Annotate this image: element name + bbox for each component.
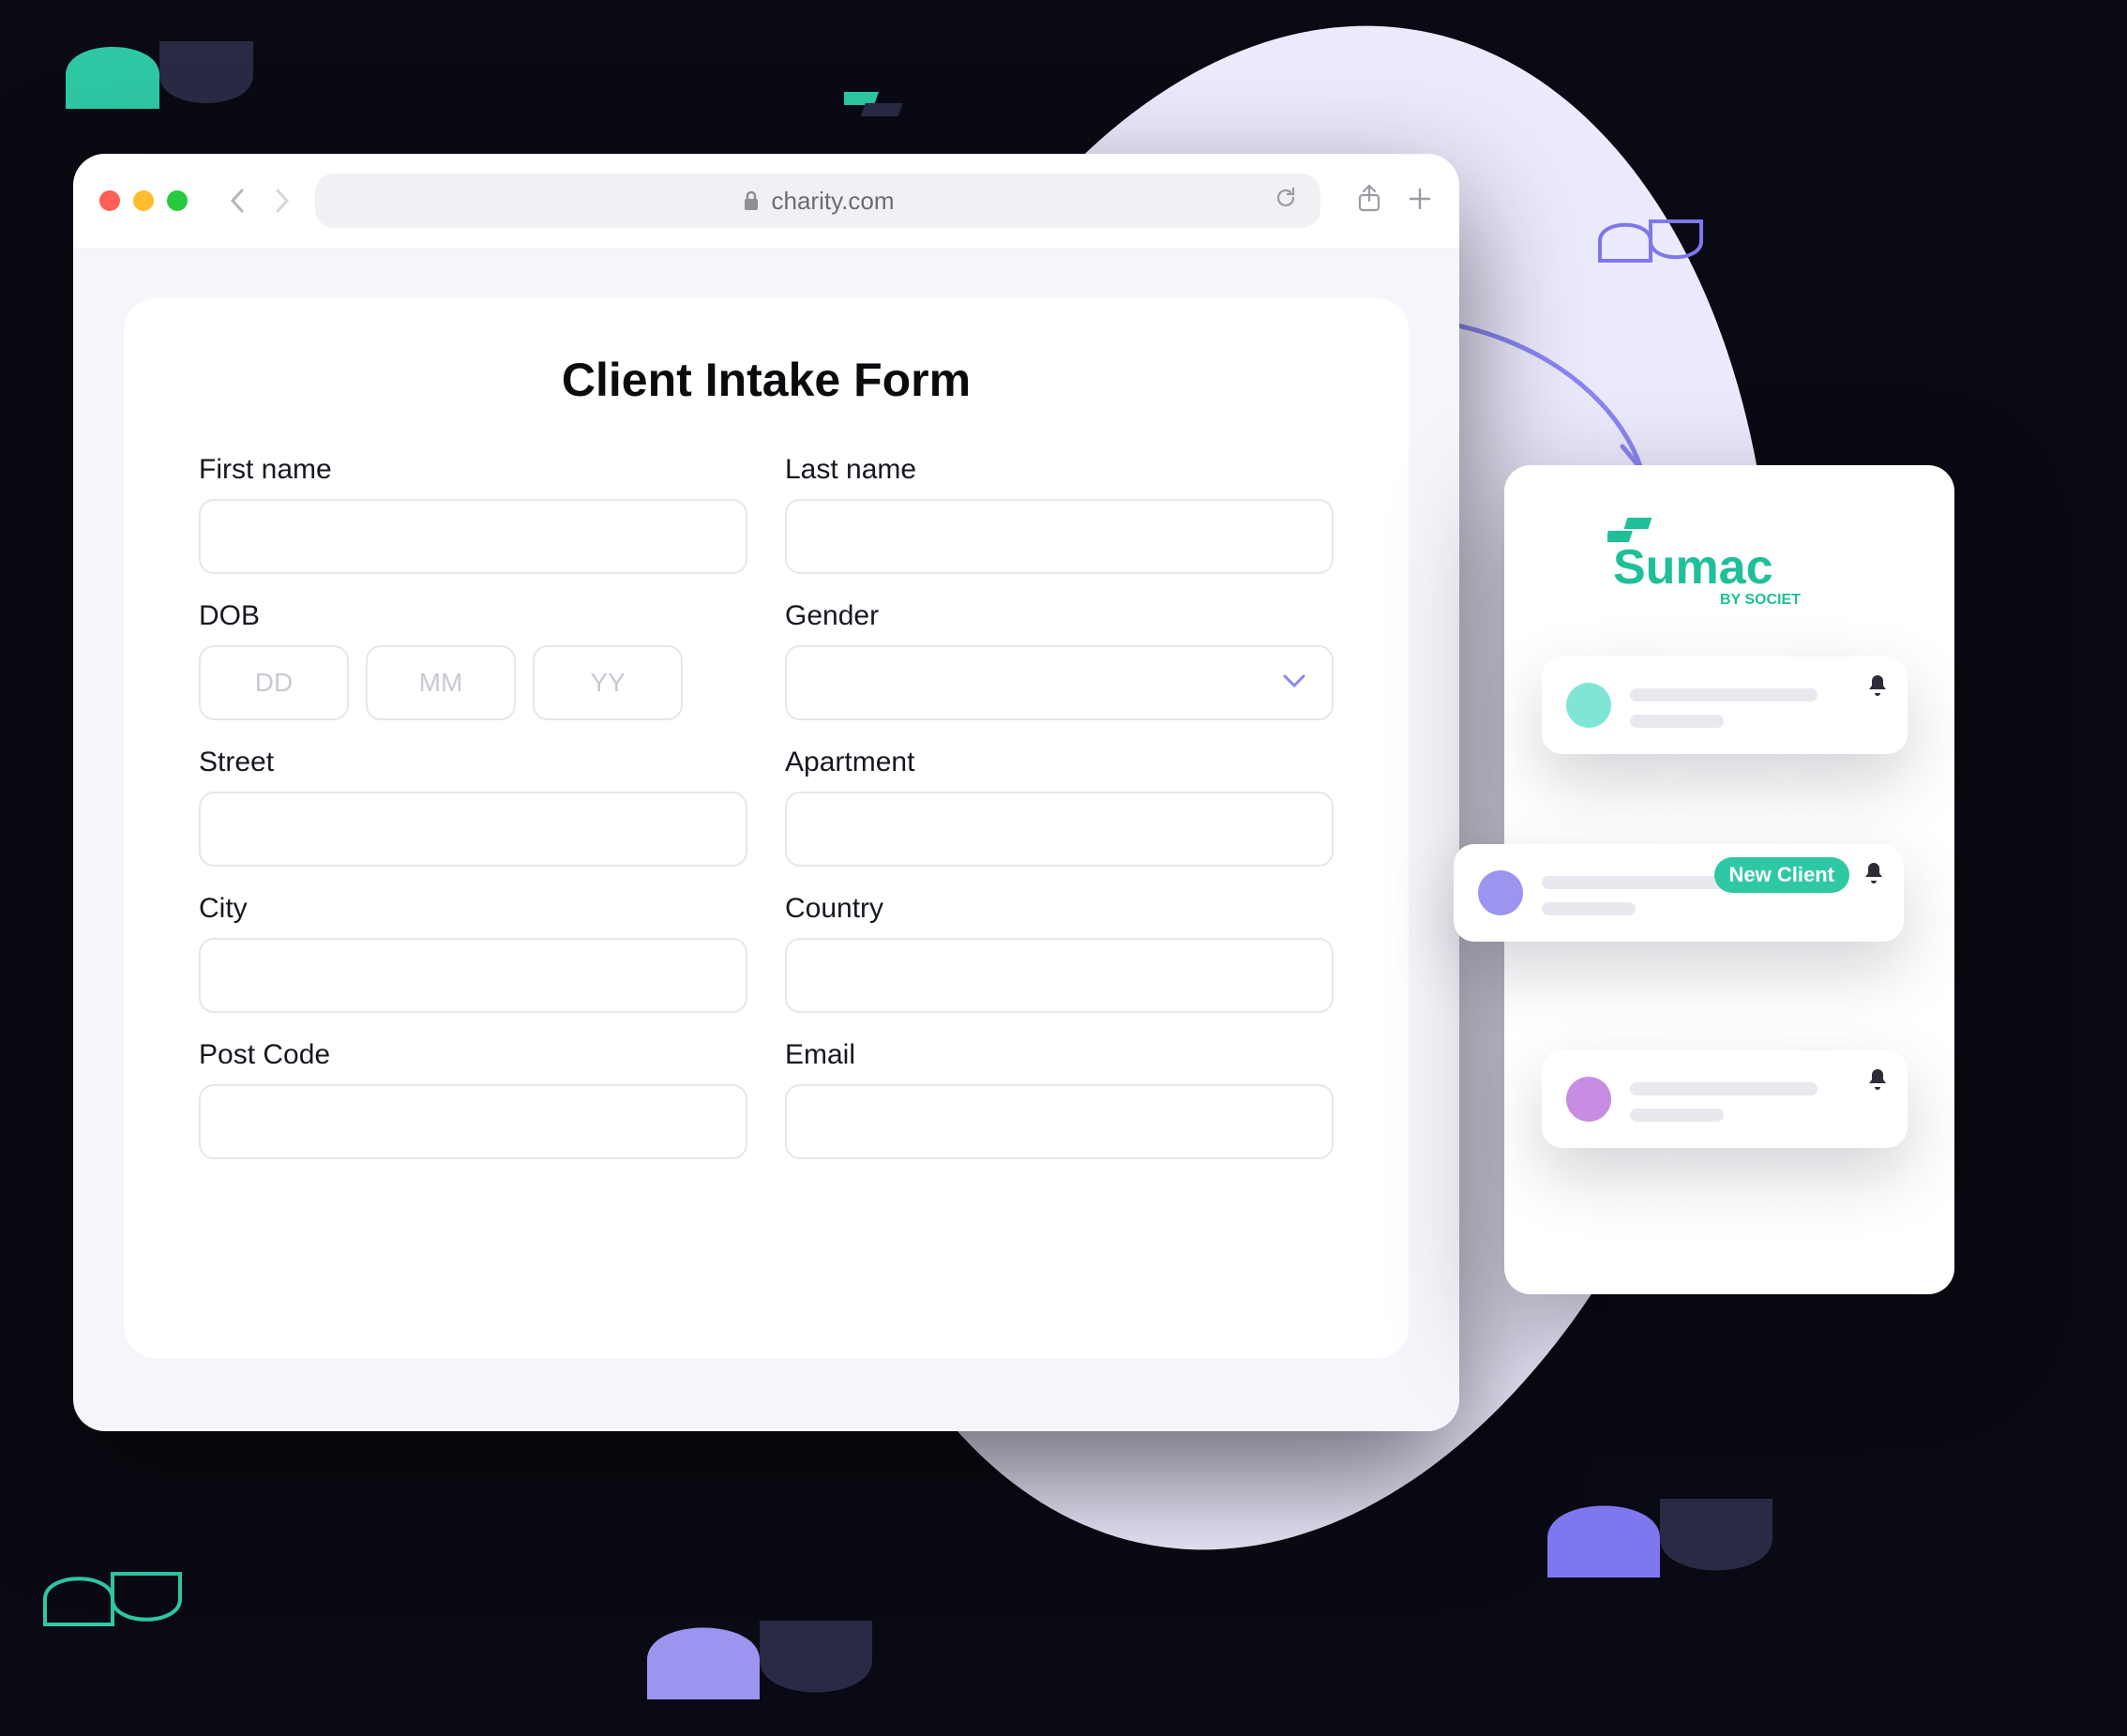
placeholder-line (1630, 715, 1724, 728)
dob-year-input[interactable] (533, 645, 683, 720)
country-input[interactable] (785, 938, 1334, 1013)
forward-button[interactable] (264, 184, 298, 218)
placeholder-line (1630, 1109, 1724, 1122)
city-label: City (199, 893, 747, 925)
maximize-window-icon[interactable] (167, 190, 188, 211)
intake-form-card: Client Intake Form First name Last name … (124, 298, 1409, 1358)
notification-card[interactable] (1542, 657, 1908, 754)
gender-label: Gender (785, 600, 1334, 632)
country-label: Country (785, 893, 1334, 925)
sumac-logo: Sumac BY SOCIET (1532, 501, 1926, 638)
avatar (1566, 683, 1611, 728)
last-name-input[interactable] (785, 499, 1334, 574)
address-bar[interactable]: charity.com (315, 174, 1320, 228)
dob-label: DOB (199, 600, 747, 632)
first-name-label: First name (199, 454, 747, 486)
decorative-shape (1538, 1472, 1782, 1604)
logo-subtext: BY SOCIET (1720, 592, 1801, 608)
sumac-logo-mark (1607, 518, 1652, 542)
notification-card[interactable] (1542, 1050, 1908, 1148)
dob-month-input[interactable] (366, 645, 516, 720)
close-window-icon[interactable] (99, 190, 120, 211)
placeholder-line (1630, 1082, 1818, 1095)
placeholder-line (1542, 902, 1636, 915)
postcode-input[interactable] (199, 1084, 747, 1159)
street-label: Street (199, 747, 747, 778)
last-name-label: Last name (785, 454, 1334, 486)
placeholder-line (1630, 688, 1818, 702)
apartment-label: Apartment (785, 747, 1334, 778)
gender-select[interactable] (785, 645, 1334, 720)
decorative-shape (844, 84, 919, 122)
city-input[interactable] (199, 938, 747, 1013)
avatar (1566, 1077, 1611, 1122)
first-name-input[interactable] (199, 499, 747, 574)
browser-window: charity.com Client Intake Form Fir (73, 154, 1459, 1431)
notification-card-new-client[interactable]: New Client (1454, 844, 1904, 942)
refresh-icon[interactable] (1274, 186, 1298, 217)
bell-icon (1866, 1067, 1889, 1096)
decorative-shape (38, 1557, 188, 1641)
decorative-shape (1594, 208, 1707, 274)
logo-text: Sumac (1613, 540, 1773, 595)
url-text: charity.com (772, 187, 895, 216)
apartment-input[interactable] (785, 792, 1334, 867)
decorative-shape (56, 19, 263, 131)
chevron-down-icon (1281, 672, 1307, 694)
dob-day-input[interactable] (199, 645, 349, 720)
postcode-label: Post Code (199, 1039, 747, 1071)
browser-titlebar: charity.com (73, 154, 1459, 248)
bell-icon (1863, 861, 1885, 890)
lock-icon (742, 189, 761, 212)
back-button[interactable] (221, 184, 255, 218)
avatar (1478, 870, 1523, 915)
sumac-panel: Sumac BY SOCIET N (1504, 465, 1954, 1294)
new-client-badge: New Client (1714, 857, 1849, 893)
window-controls (99, 190, 188, 211)
email-input[interactable] (785, 1084, 1334, 1159)
bell-icon (1866, 673, 1889, 702)
email-label: Email (785, 1039, 1334, 1071)
form-title: Client Intake Form (199, 353, 1334, 407)
street-input[interactable] (199, 792, 747, 867)
decorative-shape (638, 1594, 882, 1726)
new-tab-icon[interactable] (1407, 186, 1433, 217)
share-icon[interactable] (1356, 184, 1382, 219)
minimize-window-icon[interactable] (133, 190, 154, 211)
